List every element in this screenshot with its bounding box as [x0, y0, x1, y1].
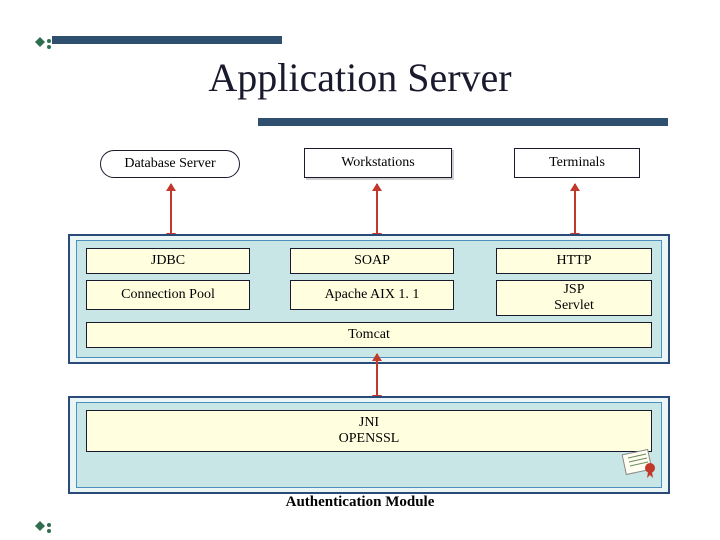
jdbc-box: JDBC: [86, 248, 250, 274]
bullet-icon: [34, 520, 46, 532]
slide-title: Application Server: [0, 54, 720, 101]
jni-label: JNI: [359, 415, 379, 431]
connection-pool-box: Connection Pool: [86, 280, 250, 310]
auth-module-label: Authentication Module: [0, 494, 720, 511]
soap-box: SOAP: [290, 248, 454, 274]
arrow-ws-soap: [376, 184, 378, 240]
mid-rule: [258, 118, 668, 126]
jni-openssl-box: JNI OPENSSL: [86, 410, 652, 452]
apache-box: Apache AIX 1. 1: [290, 280, 454, 310]
certificate-icon: [618, 448, 658, 480]
database-server-box: Database Server: [100, 150, 240, 178]
jsp-servlet-box: JSP Servlet: [496, 280, 652, 316]
arrow-db-jdbc: [170, 184, 172, 240]
arrow-tm-http: [574, 184, 576, 240]
http-box: HTTP: [496, 248, 652, 274]
terminals-box: Terminals: [514, 148, 640, 178]
bullet-icon: [34, 36, 46, 48]
tomcat-box: Tomcat: [86, 322, 652, 348]
arrow-tomcat-jni: [376, 354, 378, 402]
openssl-label: OPENSSL: [339, 431, 400, 447]
top-rule: [52, 36, 282, 44]
workstations-box: Workstations: [304, 148, 452, 178]
